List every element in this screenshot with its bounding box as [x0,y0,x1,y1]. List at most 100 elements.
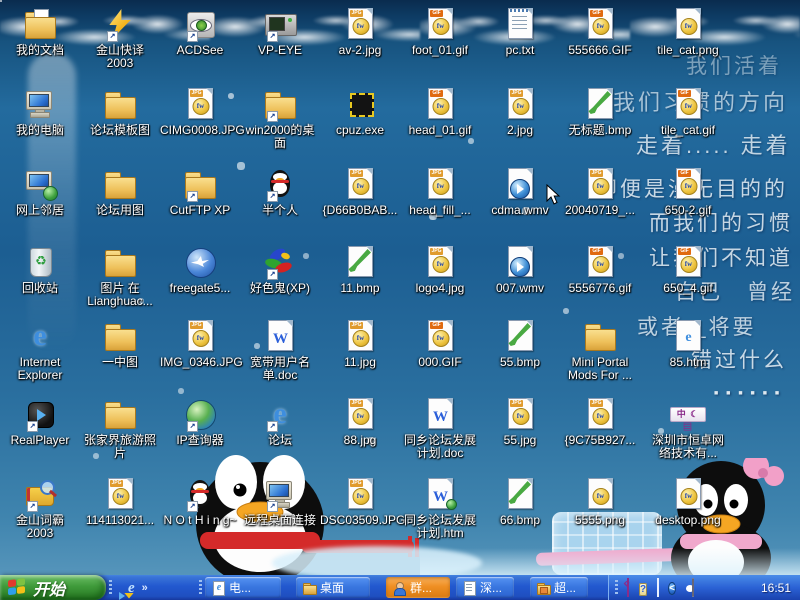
task-button-label: 群... [410,579,432,596]
jpg-icon: JPGfw [582,168,618,202]
desktop-icon[interactable]: cpuz.exe [320,88,400,137]
icon-label: 同乡论坛发展 计划.doc [400,434,480,460]
desktop-icon[interactable]: JPGfwIMG_0346.JPG [160,320,240,369]
desktop-icon[interactable]: JPGfw55.jpg [480,398,560,447]
desktop-icon[interactable]: 中 ☾ ▤深圳市恒卓网 络技术有... [648,398,728,460]
desktop-icon[interactable]: JPGfw{9C75B927... [560,398,640,447]
desktop-icon[interactable]: 我的文档 [0,8,80,57]
quicklaunch-grip[interactable] [109,580,112,595]
desktop-icon[interactable]: 11.bmp [320,246,400,295]
desktop-icon[interactable]: GIFfw5556776.gif [560,246,640,295]
desktop-icon[interactable]: ↗IP查询器 [160,398,240,447]
desktop-icon[interactable]: 我的电脑 [0,88,80,137]
desktop-icon[interactable]: e85.htm [648,320,728,369]
network-icon [22,168,58,202]
input-method-keyboard-icon[interactable] [692,579,694,597]
desktop-icon[interactable]: 55.bmp [480,320,560,369]
desktop-icon[interactable]: GIFfw650-2.gif [648,168,728,217]
desktop-icon[interactable]: JPGfwav-2.jpg [320,8,400,57]
task-button[interactable]: 深... [456,577,514,598]
quicklaunch-internet-explorer[interactable]: e [128,579,135,597]
icon-label: 2.jpg [480,124,560,137]
purple-input-tray-icon[interactable]: P [625,579,631,597]
desktop-icon[interactable]: JPGfw11.jpg [320,320,400,369]
desktop-icon[interactable]: ♻回收站 [0,246,80,295]
desktop-icon[interactable]: W宽带用户名 单.doc [240,320,320,382]
desktop-icon[interactable]: GIFfw650_4.gif [648,246,728,295]
desktop-icon[interactable]: ↗好色鬼(XP) [240,246,320,295]
jpg-icon: JPGfw [502,88,538,122]
help-tray-icon[interactable]: ? [638,579,648,597]
taskband-grip[interactable] [199,580,202,595]
desktop-icon[interactable]: 66.bmp [480,478,560,527]
task-button[interactable]: 超... [530,577,588,598]
desktop-icon[interactable]: GIFfw555666.GIF [560,8,640,57]
desktop-icon[interactable]: ↗半个人 [240,168,320,217]
desktop-icon[interactable]: 007.wmv [480,246,560,295]
task-button[interactable]: 群... [386,577,450,598]
desktop-icon[interactable]: 一中图 [80,320,160,369]
desktop-icon[interactable]: e↗论坛 [240,398,320,447]
desktop-icon[interactable]: 张家界旅游照 片 [80,398,160,460]
desktop-icon[interactable]: ↗win2000的桌 面 [240,88,320,150]
desktop-icon[interactable]: freegate5... [160,246,240,295]
desktop-icon[interactable]: W同乡论坛发展 计划.htm [400,478,480,540]
desktop-icon[interactable]: JPGfw88.jpg [320,398,400,447]
person-icon [392,581,406,595]
desktop-icon[interactable]: GIFfwfoot_01.gif [400,8,480,57]
clock[interactable]: 16:51 [761,581,800,595]
desktop-icon[interactable]: GIFfw000.GIF [400,320,480,369]
jpg-icon: JPGfw [182,88,218,122]
desktop-icon[interactable]: JPGfwlogo4.jpg [400,246,480,295]
desktop-icon[interactable]: 网上邻居 [0,168,80,217]
wmv-icon [502,246,538,280]
desktop-icon[interactable]: pc.txt [480,8,560,57]
icon-label: 000.GIF [400,356,480,369]
desktop-icon[interactable]: ↗远程桌面连接 [240,478,320,527]
icon-label: CutFTP XP [160,204,240,217]
desktop-icon[interactable]: JPGfwhead_fill_... [400,168,480,217]
desktop-icon[interactable]: JPGfw 2.jpg [480,88,560,137]
desktop-icon[interactable]: 论坛用图 [80,168,160,217]
desktop-icon[interactable]: 图片 在 Lianghuac... [80,246,160,308]
task-button[interactable]: e电... [205,577,281,598]
desktop-icon[interactable]: GIFfwtile_cat.gif [648,88,728,137]
desktop-icon[interactable]: 无标题.bmp [560,88,640,137]
folder-icon [102,88,138,122]
icon-label: Mini Portal Mods For ... [560,356,640,382]
collapse-chevron-icon[interactable]: < [668,578,676,597]
desktop-icon[interactable]: ↗N O t H i n g~ [160,478,240,527]
desktop-icon[interactable]: fwdesktop.png [648,478,728,527]
folder-icon: ↗ [262,88,298,122]
realplayer-icon: ↗ [22,398,58,432]
desktop-icon[interactable]: fw5555.png [560,478,640,527]
iedoc-icon: e [211,581,225,595]
desktop-icon[interactable]: Mini Portal Mods For ... [560,320,640,382]
desktop-icon[interactable]: GIFfwhead_01.gif [400,88,480,137]
icon-label: 55.jpg [480,434,560,447]
display-settings-tray-icon[interactable] [655,579,661,597]
desktop-icon[interactable]: JPGfw{D66B0BAB... [320,168,400,217]
desktop-icon[interactable]: JPGfw114113021... [80,478,160,527]
desktop-icon[interactable]: ↗CutFTP XP [160,168,240,217]
task-button[interactable]: 桌面 [296,577,370,598]
qq-tray-icon[interactable] [683,579,685,597]
desktop-icon[interactable]: fwtile_cat.png [648,8,728,57]
desktop-icon[interactable]: JPGfw20040719_... [560,168,640,217]
desktop-icon[interactable]: 论坛模板图 [80,88,160,137]
icon-label: 007.wmv [480,282,560,295]
icon-label: logo4.jpg [400,282,480,295]
start-button[interactable]: 开始 [0,575,106,600]
icon-label: 无标题.bmp [560,124,640,137]
desktop-icon[interactable]: JPGfwCIMG0008.JPG [160,88,240,137]
desktop-icon[interactable]: ↗金山快译 2003 [80,8,160,70]
quicklaunch-overflow-chevron[interactable]: » [142,582,148,594]
desktop-icon[interactable]: ↗RealPlayer [0,398,80,447]
desktop-icon[interactable]: ↗ACDSee [160,8,240,57]
desktop-icon[interactable]: W同乡论坛发展 计划.doc [400,398,480,460]
desktop-icon[interactable]: eInternet Explorer [0,320,80,382]
desktop-icon[interactable]: ↗金山词霸 2003 [0,478,80,540]
desktop-icon[interactable]: JPGfwDSC03509.JPG [320,478,400,527]
txt-icon [502,8,538,42]
desktop-icon[interactable]: ↗VP-EYE [240,8,320,57]
